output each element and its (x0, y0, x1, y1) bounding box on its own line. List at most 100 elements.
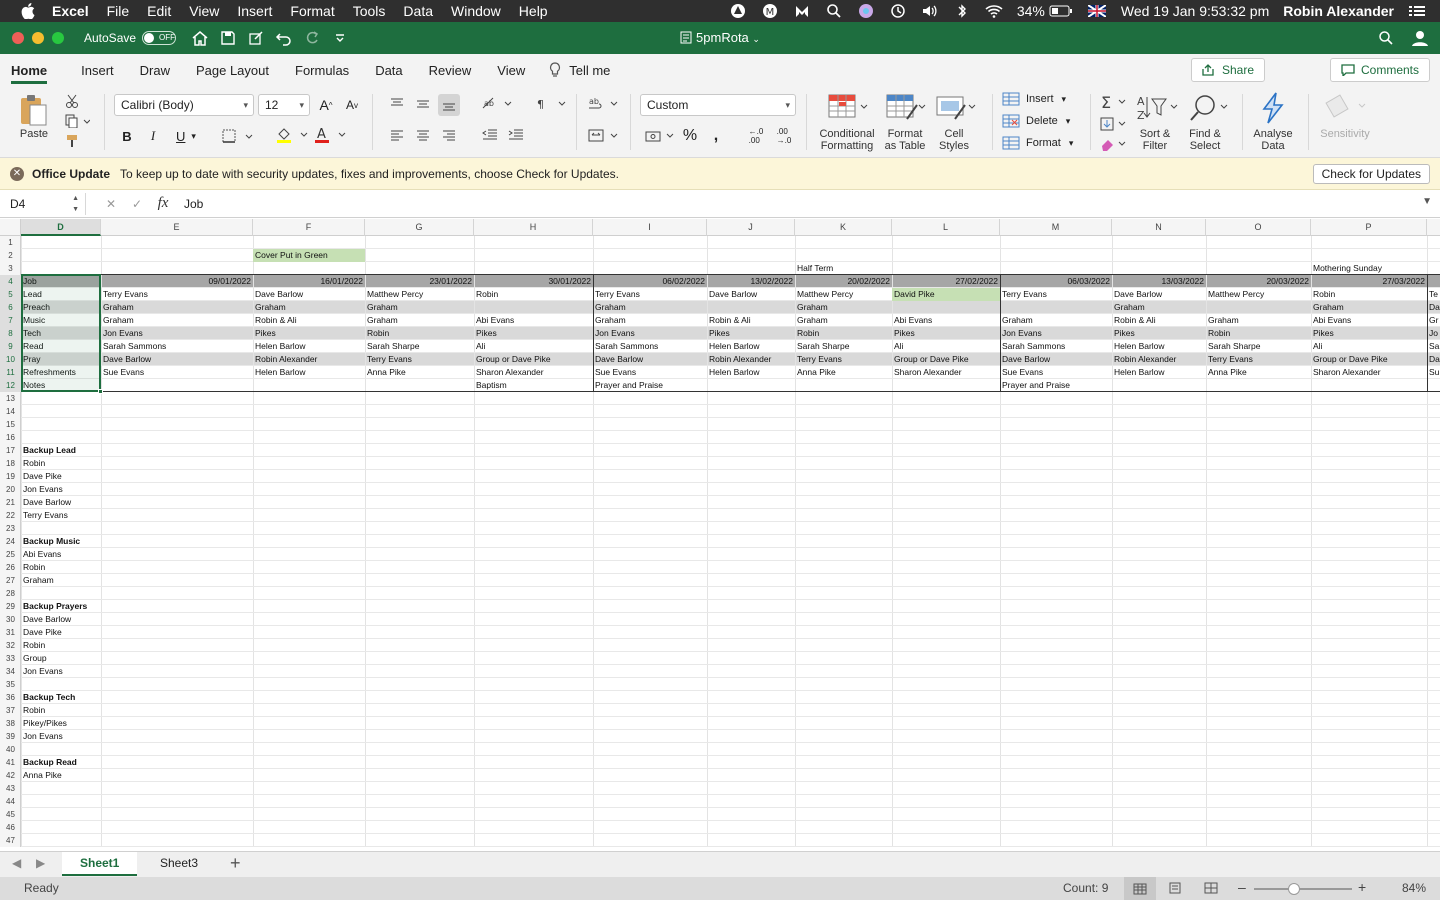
rota-cell[interactable]: Graham (365, 314, 474, 327)
account-icon[interactable] (1410, 28, 1430, 48)
apple-icon[interactable] (18, 1, 38, 21)
backup-heading-cell[interactable]: Backup Tech (21, 691, 101, 704)
backup-heading-cell[interactable]: Backup Lead (21, 444, 101, 457)
column-header-n[interactable]: N (1112, 219, 1206, 236)
expand-formula-bar-icon[interactable]: ▼ (1422, 196, 1432, 207)
rota-cell[interactable]: Sue Evans (101, 366, 253, 379)
backup-name-cell[interactable]: Jon Evans (21, 665, 101, 678)
autosum-icon[interactable]: Σ (1098, 92, 1130, 112)
rota-cell[interactable]: Graham (1112, 301, 1206, 314)
row-header[interactable]: 15 (0, 418, 21, 431)
normal-view-icon[interactable] (1124, 877, 1156, 900)
rota-cell[interactable]: Group or Dave Pike (1311, 353, 1427, 366)
zoom-window-button[interactable] (52, 32, 64, 44)
rota-cell[interactable]: Da (1427, 353, 1440, 366)
backup-name-cell[interactable]: Robin (21, 639, 101, 652)
tab-formulas[interactable]: Formulas (295, 57, 349, 84)
row-header[interactable]: 25 (0, 548, 21, 561)
rota-cell[interactable]: Robin (795, 327, 892, 340)
cover-note-cell[interactable]: Cover Put in Green (253, 249, 365, 262)
format-as-table-icon[interactable] (882, 92, 930, 122)
cut-icon[interactable] (62, 92, 82, 110)
undo-icon[interactable] (274, 28, 294, 48)
rota-cell[interactable]: Terry Evans (365, 353, 474, 366)
align-center-icon[interactable] (414, 128, 432, 144)
accounting-format-icon[interactable] (644, 126, 676, 146)
number-format-dropdown[interactable]: Custom ▾ (640, 94, 796, 116)
column-header-o[interactable]: O (1206, 219, 1311, 236)
autosave-switch[interactable]: OFF (142, 31, 177, 45)
row-header[interactable]: 13 (0, 392, 21, 405)
format-painter-icon[interactable] (62, 132, 82, 150)
tab-insert[interactable]: Insert (81, 57, 114, 84)
dismiss-notification-icon[interactable]: ✕ (10, 166, 24, 181)
battery-icon[interactable] (1049, 3, 1073, 19)
rota-cell[interactable]: Robin Alexander (1112, 353, 1206, 366)
row-header[interactable]: 7 (0, 314, 21, 327)
column-header-h[interactable]: H (474, 219, 593, 236)
row-header[interactable]: 42 (0, 769, 21, 782)
row-header[interactable]: 36 (0, 691, 21, 704)
date-cell[interactable]: 09/01/2022 (101, 275, 253, 288)
date-cell[interactable]: 27/03/2022 (1311, 275, 1427, 288)
user-name[interactable]: Robin Alexander (1283, 3, 1394, 19)
row-header[interactable]: 20 (0, 483, 21, 496)
rota-cell[interactable]: Graham (593, 314, 707, 327)
row-header[interactable]: 4 (0, 275, 21, 288)
autosave-toggle[interactable]: AutoSave OFF (84, 31, 177, 45)
customize-toolbar-icon[interactable] (330, 28, 350, 48)
fill-icon[interactable] (1098, 114, 1130, 134)
column-header-e[interactable]: E (101, 219, 253, 236)
rota-cell[interactable]: Pikes (1112, 327, 1206, 340)
row-header[interactable]: 17 (0, 444, 21, 457)
rota-cell[interactable]: Dave Barlow (253, 288, 365, 301)
rota-cell[interactable]: Ali (892, 340, 1000, 353)
rota-cell[interactable]: Anna Pike (365, 366, 474, 379)
delete-cells-button[interactable]: Delete ▾ (1002, 114, 1070, 128)
rota-cell[interactable]: Sarah Sharpe (365, 340, 474, 353)
row-header[interactable]: 14 (0, 405, 21, 418)
rota-cell[interactable]: Graham (253, 301, 365, 314)
rota-cell[interactable]: Sharon Alexander (1311, 366, 1427, 379)
rota-cell[interactable]: Abi Evans (1311, 314, 1427, 327)
row-header[interactable]: 43 (0, 782, 21, 795)
rota-cell[interactable]: Terry Evans (1206, 353, 1311, 366)
find-select-icon[interactable] (1186, 92, 1232, 124)
rota-cell[interactable]: Robin Alexander (707, 353, 795, 366)
rota-cell[interactable]: Robin (1311, 288, 1427, 301)
date-cell[interactable]: 30/01/2022 (474, 275, 593, 288)
rota-cell[interactable]: Pikes (892, 327, 1000, 340)
rota-cell[interactable]: Da (1427, 301, 1440, 314)
row-header[interactable]: 10 (0, 353, 21, 366)
row-header[interactable]: 1 (0, 236, 21, 249)
uk-flag-icon[interactable] (1087, 3, 1107, 19)
column-header-j[interactable]: J (707, 219, 795, 236)
cancel-entry-icon[interactable]: ✕ (98, 197, 124, 211)
conditional-formatting-icon[interactable] (824, 92, 872, 122)
row-header[interactable]: 21 (0, 496, 21, 509)
paste-button[interactable] (14, 92, 54, 128)
rota-cell[interactable]: Helen Barlow (1112, 366, 1206, 379)
backup-name-cell[interactable]: Robin (21, 561, 101, 574)
column-header-k[interactable]: K (795, 219, 892, 236)
rota-cell[interactable]: Jon Evans (593, 327, 707, 340)
underline-icon[interactable]: U ▾ (170, 126, 202, 146)
comma-style-icon[interactable]: , (706, 126, 726, 146)
zoom-slider[interactable] (1254, 883, 1352, 895)
row-header[interactable]: 33 (0, 652, 21, 665)
backup-name-cell[interactable]: Anna Pike (21, 769, 101, 782)
date-cell[interactable]: 20/02/2022 (795, 275, 892, 288)
backup-name-cell[interactable]: Terry Evans (21, 509, 101, 522)
menu-insert[interactable]: Insert (237, 3, 272, 19)
decrease-decimal-icon[interactable]: .00 →.0 (772, 126, 796, 146)
rota-cell[interactable]: Pikes (707, 327, 795, 340)
column-header-p[interactable]: P (1311, 219, 1427, 236)
rota-cell[interactable]: Graham (1206, 314, 1311, 327)
paragraph-direction-icon[interactable]: ¶ (534, 94, 568, 114)
status-icon-a[interactable] (729, 3, 747, 19)
orientation-icon[interactable]: ab (480, 94, 514, 114)
rota-cell[interactable]: Sarah Sammons (593, 340, 707, 353)
rota-cell[interactable]: Robin & Ali (1112, 314, 1206, 327)
add-sheet-icon[interactable]: + (230, 853, 241, 874)
rota-cell[interactable]: Sharon Alexander (474, 366, 593, 379)
